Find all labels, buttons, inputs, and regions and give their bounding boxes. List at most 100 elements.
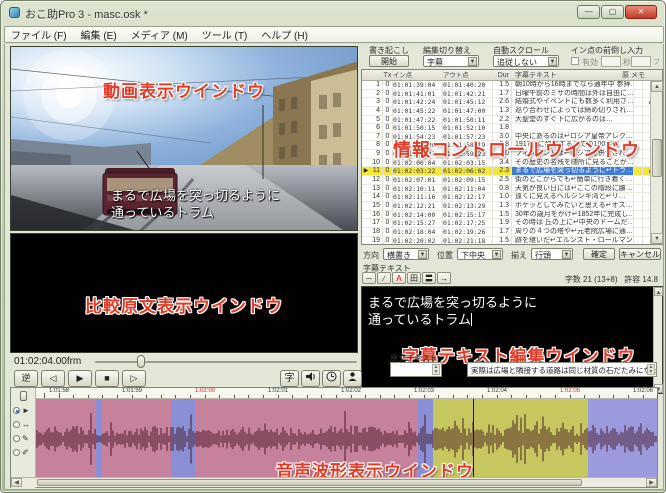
menu-item[interactable]: メディア (M) bbox=[131, 27, 188, 42]
table-row[interactable]: 17001:02:15:2701:02:17:251.9その時は 丘の上に↵中央… bbox=[362, 219, 662, 228]
row-number: 5 bbox=[370, 116, 383, 124]
ruler-tick bbox=[628, 395, 629, 398]
title-bar[interactable]: おこ助Pro 3 - masc.osk * — ▢ ✕ bbox=[1, 1, 665, 25]
waveform-display[interactable]: 音声波形表示ウインドウ bbox=[36, 399, 657, 477]
autoscroll-select[interactable]: 追従しない▼ bbox=[493, 55, 559, 67]
align-select[interactable]: 行頭▼ bbox=[531, 248, 573, 260]
inpoint-enable-caption: 有効 bbox=[582, 57, 598, 68]
memo-field[interactable]: 実際は広場と隣接する道路は同じ材質の石だたみになっているようです▲▼ bbox=[467, 362, 657, 377]
seek-slider-thumb[interactable] bbox=[137, 355, 145, 368]
confirm-button[interactable]: 確定 bbox=[583, 248, 615, 260]
ruler-tick bbox=[219, 395, 220, 398]
format-button-0[interactable]: ─ bbox=[362, 272, 376, 284]
transport-button-3[interactable]: ■ bbox=[95, 370, 119, 387]
current-row-marker bbox=[362, 150, 370, 158]
draw-tool[interactable]: ✎ bbox=[13, 434, 29, 443]
move-tool[interactable]: ↔ bbox=[13, 420, 30, 429]
subtitle-editor-window[interactable]: まるで広場を突っ切るように 通っているトラム 字幕テキスト編集ウインドウ ▲ ▼ bbox=[361, 286, 663, 394]
text-caret bbox=[471, 313, 472, 326]
editor-line2: 通っているトラム bbox=[368, 309, 472, 328]
scroll-down-icon[interactable]: ▼ bbox=[651, 233, 663, 244]
direction-select[interactable]: 横書き▼ bbox=[383, 248, 429, 260]
menu-item[interactable]: ヘルプ (H) bbox=[261, 27, 308, 42]
clock-icon[interactable] bbox=[322, 370, 341, 387]
view-toggle-buttons: 字 bbox=[280, 370, 364, 387]
editor-scrollbar[interactable]: ▲ ▼ bbox=[653, 287, 662, 393]
subtitle-text-cell: ポケッとしてみたいと思える↵オス… bbox=[512, 202, 633, 210]
compare-source-window[interactable]: 比較原文表示ウインドウ bbox=[10, 233, 358, 353]
table-row[interactable]: 1001:01:39:0401:01:40:201.5朝10時から16時までなら… bbox=[362, 81, 662, 90]
speaker-person-icon[interactable] bbox=[343, 370, 362, 387]
tx-cell: 0 bbox=[383, 150, 393, 158]
inpoint-seconds-spinner[interactable] bbox=[601, 56, 621, 67]
format-button-4[interactable]: 〓 bbox=[422, 272, 436, 284]
table-row[interactable]: 12001:02:07:0101:02:09:152.5街のどこからでも↵簡単に… bbox=[362, 176, 662, 185]
ruler-tick bbox=[599, 395, 600, 398]
edit-mode-select[interactable]: 字幕▼ bbox=[423, 55, 479, 67]
duration-cell: 1.8 bbox=[493, 124, 512, 132]
ruler-tick bbox=[278, 395, 279, 398]
transport-button-0[interactable]: 逆 bbox=[14, 370, 38, 387]
transport-button-1[interactable]: ◁ bbox=[41, 370, 65, 387]
waveform-hscrollbar[interactable]: ◀ ▶ bbox=[11, 477, 657, 487]
table-row[interactable]: 4001:01:45:2201:01:47:001.3巡り合わせによっては締め切… bbox=[362, 107, 662, 116]
table-row[interactable]: 14001:02:11:1601:02:12:171.0遠くに見えるヘルシンキ湾… bbox=[362, 193, 662, 202]
format-button-3[interactable]: 田 bbox=[407, 272, 421, 284]
table-row[interactable]: 5001:01:47:2201:01:50:112.2大聖堂のすぐ下に広がるのは… bbox=[362, 116, 662, 125]
transcribe-start-button[interactable]: 開始 bbox=[369, 55, 409, 67]
row-number: 11 bbox=[370, 167, 383, 175]
inpoint-enable-checkbox[interactable] bbox=[571, 57, 579, 65]
scroll-right-icon[interactable]: ▶ bbox=[646, 478, 657, 487]
spinner-icon[interactable]: ▲▼ bbox=[432, 364, 440, 375]
table-row[interactable]: 15001:02:12:2101:02:13:291.3ポケッとしてみたいと思え… bbox=[362, 202, 662, 211]
original-text-field[interactable]: ▲▼ bbox=[390, 362, 442, 377]
seek-slider[interactable] bbox=[95, 361, 357, 363]
original-cell bbox=[633, 167, 642, 175]
scroll-up-icon[interactable]: ▲ bbox=[654, 287, 663, 296]
menu-item[interactable]: ツール (T) bbox=[202, 27, 248, 42]
scroll-left-icon[interactable]: ◀ bbox=[11, 478, 22, 487]
mark-tool[interactable]: ✐ bbox=[13, 448, 29, 457]
maximize-button[interactable]: ▢ bbox=[601, 5, 624, 19]
ruler-tick bbox=[613, 395, 614, 398]
transport-button-2[interactable]: ▶ bbox=[68, 370, 92, 387]
format-button-2[interactable]: A bbox=[392, 272, 406, 284]
out-point-cell: 01:02:19:26 bbox=[443, 228, 493, 236]
position-select[interactable]: 下中央▼ bbox=[457, 248, 503, 260]
table-row[interactable]: 3001:01:42:2401:01:45:122.6結婚式やイベントにも数多く… bbox=[362, 98, 662, 107]
close-button[interactable]: ✕ bbox=[625, 5, 657, 19]
subtitle-toggle-button[interactable]: 字 bbox=[280, 370, 299, 387]
grid-scrollbar[interactable]: ▲ ▼ bbox=[650, 81, 662, 244]
compare-window-label: 比較原文表示ウインドウ bbox=[85, 292, 283, 317]
scroll-up-icon[interactable]: ▲ bbox=[651, 81, 663, 92]
table-row[interactable]: ▶11001:02:03:2201:02:06:022.3まるで広場を突っ切るよ… bbox=[362, 167, 662, 176]
cancel-button[interactable]: キャンセル bbox=[619, 248, 661, 260]
speaker-icon[interactable] bbox=[301, 370, 320, 387]
chevron-down-icon: ▼ bbox=[418, 250, 427, 259]
format-button-5[interactable]: → bbox=[437, 272, 451, 284]
table-row[interactable]: 13001:02:10:1101:02:11:040.8天気が良い日には↵ここの… bbox=[362, 185, 662, 194]
menu-item[interactable]: 編集 (E) bbox=[81, 27, 117, 42]
spinner-icon[interactable]: ▲▼ bbox=[647, 364, 655, 375]
menu-item[interactable]: ファイル (F) bbox=[11, 27, 67, 42]
table-row[interactable]: 6001:01:50:1501:01:52:101.8 bbox=[362, 124, 662, 133]
ruler-tick bbox=[643, 395, 644, 398]
inpoint-frames-spinner[interactable] bbox=[631, 56, 651, 67]
grid-scroll-thumb[interactable] bbox=[652, 139, 662, 177]
minimize-button[interactable]: — bbox=[577, 5, 600, 19]
window-title: おこ助Pro 3 - masc.osk * bbox=[25, 6, 148, 22]
row-number: 6 bbox=[370, 124, 383, 132]
table-row[interactable]: 16001:02:14:0001:02:15:171.530年の歳月をかけ↵18… bbox=[362, 211, 662, 220]
table-row[interactable]: 18001:02:18:0401:02:19:261.7周りの４つの塔や↵元老院… bbox=[362, 228, 662, 237]
chevron-down-icon: ▼ bbox=[492, 250, 501, 259]
move-icon: ↔ bbox=[22, 420, 30, 429]
table-row[interactable]: 19001:02:20:0201:02:21:181.5跡を継いだ↵エルンスト・… bbox=[362, 237, 662, 244]
select-tool[interactable]: ► bbox=[13, 406, 30, 415]
video-window[interactable]: 動画表示ウインドウ まるで広場を突っ切るように 通っているトラム bbox=[10, 46, 358, 231]
table-row[interactable]: 2001:01:41:0101:01:42:211.7日曜午前のミサの時間は外は… bbox=[362, 90, 662, 99]
format-button-1[interactable]: ∕ bbox=[377, 272, 391, 284]
zoom-slider[interactable] bbox=[20, 391, 27, 401]
time-ruler[interactable]: 1:01:581:01:591:02:001:02:011:02:021:02:… bbox=[36, 388, 657, 399]
transport-button-4[interactable]: ▷ bbox=[122, 370, 146, 387]
hscroll-thumb[interactable] bbox=[37, 479, 582, 486]
